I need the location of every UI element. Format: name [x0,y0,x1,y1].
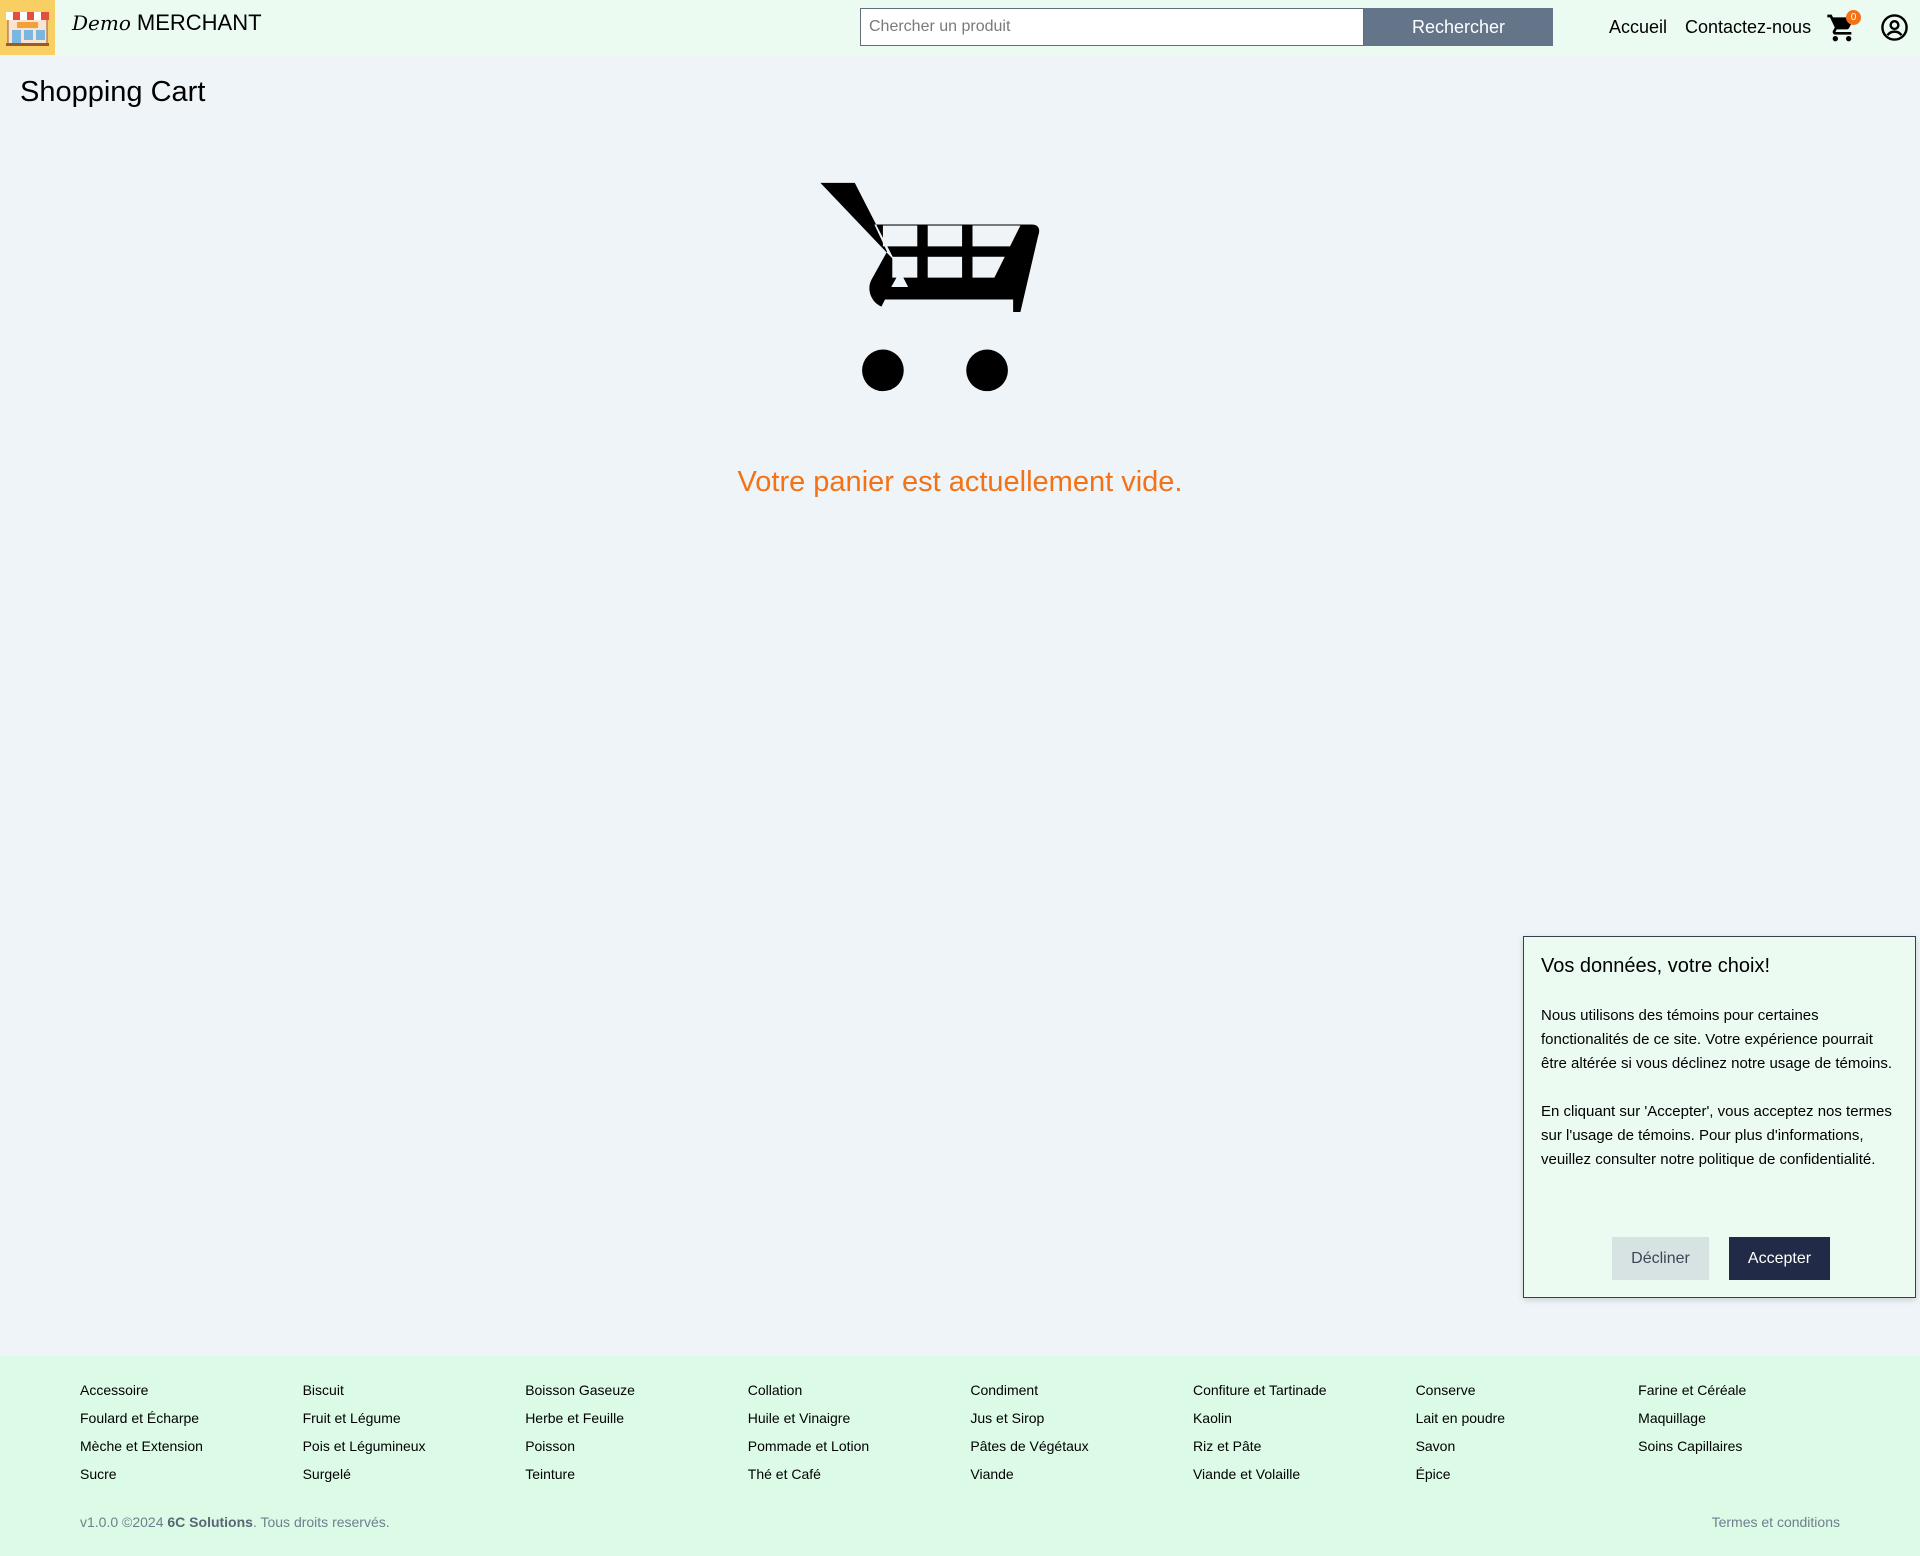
category-link[interactable]: Boisson Gaseuze [525,1382,748,1410]
category-link[interactable]: Maquillage [1638,1410,1861,1438]
accept-cookies-button[interactable]: Accepter [1729,1237,1830,1280]
company-link[interactable]: 6C Solutions [167,1514,253,1530]
category-link[interactable]: Huile et Vinaigre [748,1410,971,1438]
store-logo-graphic [0,0,55,55]
nav-home-link[interactable]: Accueil [1609,17,1667,38]
category-link[interactable]: Conserve [1416,1382,1639,1410]
category-link[interactable]: Teinture [525,1466,748,1494]
category-link[interactable]: Épice [1416,1466,1639,1494]
nav-contact-link[interactable]: Contactez-nous [1685,17,1811,38]
category-link[interactable]: Pâtes de Végétaux [970,1438,1193,1466]
category-link[interactable]: Pois et Légumineux [303,1438,526,1466]
category-link[interactable]: Farine et Céréale [1638,1382,1861,1410]
category-link[interactable]: Poisson [525,1438,748,1466]
category-link[interactable]: Collation [748,1382,971,1410]
category-link[interactable]: Surgelé [303,1466,526,1494]
cookie-title: Vos données, votre choix! [1541,955,1771,977]
category-link[interactable]: Viande et Volaille [1193,1466,1416,1494]
search-button[interactable]: Rechercher [1364,8,1553,46]
brand-title: MERCHANT [136,10,262,35]
copyright-notice: v1.0.0 ©2024 6C Solutions. Tous droits r… [80,1514,390,1530]
copyright-prefix: v1.0.0 ©2024 [80,1514,168,1530]
cart-count-badge: 0 [1846,10,1861,25]
empty-cart-icon [820,182,1040,392]
category-link[interactable]: Condiment [970,1382,1193,1410]
search-input[interactable] [860,8,1364,46]
category-link[interactable]: Mèche et Extension [80,1438,303,1466]
category-link[interactable]: Viande [970,1466,1193,1494]
category-link[interactable]: Biscuit [303,1382,526,1410]
store-logo-icon[interactable] [0,0,55,55]
copyright-suffix: . Tous droits reservés. [252,1514,390,1530]
category-link[interactable]: Soins Capillaires [1638,1438,1861,1466]
empty-cart-message: Votre panier est actuellement vide. [737,466,1183,498]
page-title: Shopping Cart [20,76,206,108]
category-link[interactable]: Thé et Café [748,1466,971,1494]
category-link[interactable]: Kaolin [1193,1410,1416,1438]
category-link[interactable]: Fruit et Légume [303,1410,526,1438]
category-link[interactable]: Savon [1416,1438,1639,1466]
category-link[interactable]: Herbe et Feuille [525,1410,748,1438]
site-footer: Accessoire Biscuit Boisson Gaseuze Colla… [0,1356,1920,1556]
user-circle-icon[interactable] [1880,13,1909,42]
category-link[interactable]: Jus et Sirop [970,1410,1193,1438]
terms-link[interactable]: Termes et conditions [1712,1514,1840,1530]
brand-name[interactable]: Demo MERCHANT [72,10,262,36]
category-link[interactable]: Confiture et Tartinade [1193,1382,1416,1410]
category-link[interactable]: Sucre [80,1466,303,1494]
category-link[interactable]: Accessoire [80,1382,303,1410]
category-link[interactable]: Pommade et Lotion [748,1438,971,1466]
cookie-paragraph-consent: En cliquant sur 'Accepter', vous accepte… [1541,1103,1892,1168]
category-link[interactable]: Riz et Pâte [1193,1438,1416,1466]
category-link[interactable]: Lait en poudre [1416,1410,1639,1438]
decline-cookies-button[interactable]: Décliner [1612,1237,1709,1280]
cookie-consent-banner: Vos données, votre choix! Nous utilisons… [1523,936,1916,1298]
site-header: DemoMERCHANT Rechercher Accueil Contacte… [0,0,1920,55]
brand-script: Demo [72,11,131,35]
category-links: Accessoire Biscuit Boisson Gaseuze Colla… [80,1382,1861,1494]
category-link[interactable]: Foulard et Écharpe [80,1410,303,1438]
cookie-paragraph-usage: Nous utilisons des témoins pour certaine… [1541,1007,1893,1072]
